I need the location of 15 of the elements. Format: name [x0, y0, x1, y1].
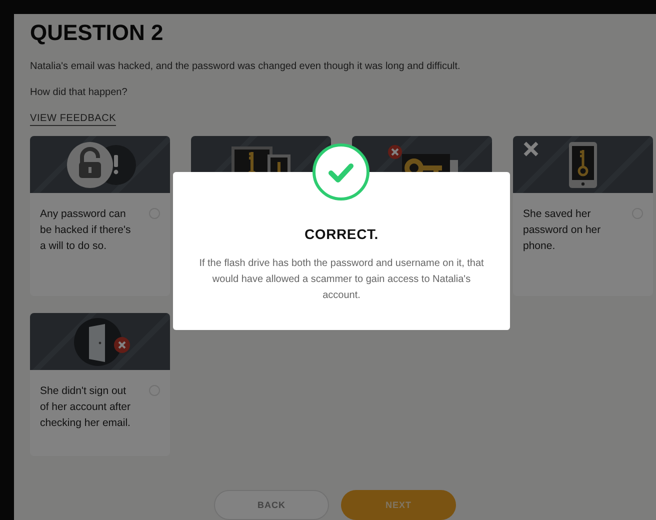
view-feedback-link[interactable]: VIEW FEEDBACK — [30, 112, 116, 126]
question-text: How did that happen? — [30, 86, 128, 100]
answer-card[interactable]: She didn't sign out of her account after checking her email. — [30, 313, 170, 456]
question-text: Natalia's email was hacked, and the password was changed even though it was long and difficult. — [30, 60, 462, 74]
answer-card[interactable]: Any password can be hacked if there's a will to do so. — [30, 136, 170, 296]
phone-key-icon — [568, 140, 598, 190]
answer-text: Any password can be hacked if there's a will to do so. — [40, 207, 132, 254]
dialog-title: CORRECT. — [304, 226, 380, 242]
answer-card[interactable]: She saved her password on her phone. — [513, 136, 653, 296]
answer-text: She saved her password on her phone. — [523, 207, 602, 254]
question-title: QUESTION 2 — [30, 20, 164, 46]
dialog-message: If the flash drive has both the password and username on it, that would have allowed a scammer to gain access to Natalia's account. — [198, 257, 485, 303]
back-button[interactable]: BACK — [214, 490, 329, 520]
answer-text: She didn't sign out of her account after checking her email. — [40, 384, 132, 431]
close-icon — [523, 141, 539, 157]
